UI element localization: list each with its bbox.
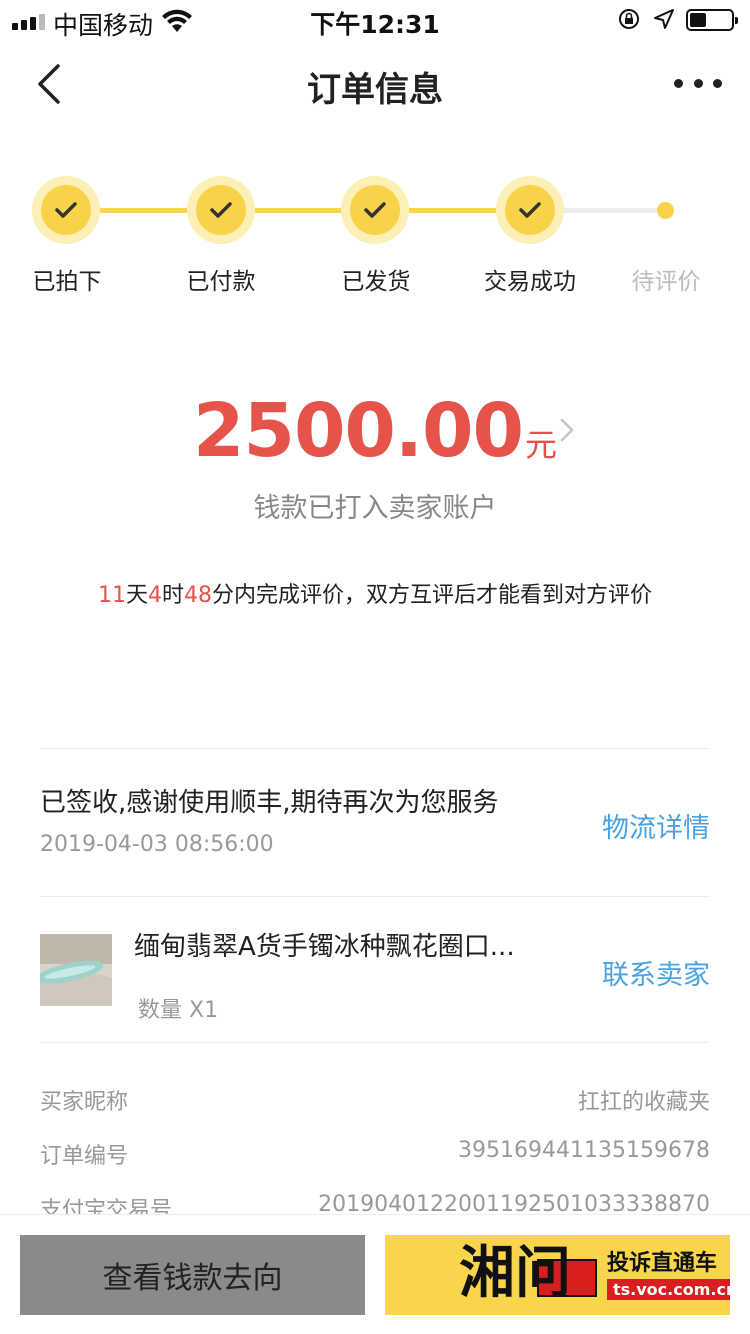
info-value: 395169441135159678: [458, 1138, 710, 1163]
divider: [40, 896, 710, 897]
logistics-detail-link[interactable]: 物流详情: [602, 806, 710, 845]
amount-section[interactable]: 2500.00元: [0, 388, 750, 474]
step-label: 待评价: [631, 269, 701, 295]
watermark-banner: 湘问 投诉直通车 ts.voc.com.cn: [385, 1235, 730, 1315]
chevron-right-icon[interactable]: [558, 416, 576, 444]
product-quantity: 数量 X1: [138, 998, 219, 1023]
step-pending-dot: [657, 202, 674, 219]
minutes-value: 48: [184, 583, 212, 608]
step-check-3: [341, 176, 409, 244]
check-icon: [364, 202, 386, 218]
info-row-order-id: 订单编号 395169441135159678: [40, 1138, 710, 1172]
review-note-text: 分内完成评价，双方互评后才能看到对方评价: [212, 583, 653, 608]
amount-value: 2500.00: [192, 388, 524, 474]
contact-seller-link[interactable]: 联系卖家: [602, 953, 710, 992]
divider: [40, 748, 710, 749]
step-label: 已付款: [186, 269, 256, 295]
status-bar: 中国移动 下午12:31: [0, 0, 750, 40]
hours-value: 4: [147, 583, 162, 608]
watermark-text: 投诉直通车: [607, 1251, 718, 1276]
check-icon: [55, 202, 77, 218]
check-icon: [210, 202, 232, 218]
product-title[interactable]: 缅甸翡翠A货手镯冰种飘花圈口...: [134, 926, 554, 963]
days-value: 11: [97, 583, 126, 608]
order-progress: 已拍下 已付款 已发货 交易成功 待评价: [0, 170, 750, 300]
step-label: 已拍下: [32, 269, 102, 295]
step-label: 已发货: [341, 269, 411, 295]
step-check-2: [187, 176, 255, 244]
amount-subtitle: 钱款已打入卖家账户: [253, 493, 497, 524]
progress-track-pending: [562, 208, 660, 213]
review-deadline-note: 11天4时48分内完成评价，双方互评后才能看到对方评价: [90, 578, 660, 614]
info-value: 扛扛的收藏夹: [577, 1090, 710, 1115]
location-arrow-icon: [654, 9, 674, 29]
amount-unit: 元: [525, 426, 558, 464]
product-thumbnail[interactable]: [40, 934, 112, 1006]
shipping-time: 2019-04-03 08:56:00: [40, 832, 274, 857]
step-check-4: [496, 176, 564, 244]
product-image: [40, 934, 112, 1006]
more-menu-icon[interactable]: [674, 70, 722, 96]
battery-icon: [686, 9, 738, 31]
divider: [40, 1042, 710, 1043]
info-label: 订单编号: [40, 1144, 129, 1169]
rotation-lock-icon: [619, 9, 639, 29]
info-row-buyer: 买家昵称 扛扛的收藏夹: [40, 1084, 710, 1118]
shipping-status: 已签收,感谢使用顺丰,期待再次为您服务: [40, 788, 499, 818]
step-check-1: [32, 176, 100, 244]
view-money-flow-button[interactable]: 查看钱款去向: [20, 1235, 365, 1315]
info-label: 买家昵称: [40, 1090, 129, 1115]
days-unit: 天: [125, 583, 148, 608]
watermark-logo-text: 湘问: [459, 1241, 571, 1306]
watermark-url: ts.voc.com.cn: [607, 1279, 730, 1300]
page-title: 订单信息: [307, 70, 443, 110]
step-label: 交易成功: [484, 269, 576, 295]
bottom-action-bar: 查看钱款去向 湘问 投诉直通车 ts.voc.com.cn: [0, 1214, 750, 1334]
check-icon: [519, 202, 541, 218]
hours-unit: 时: [161, 583, 184, 608]
